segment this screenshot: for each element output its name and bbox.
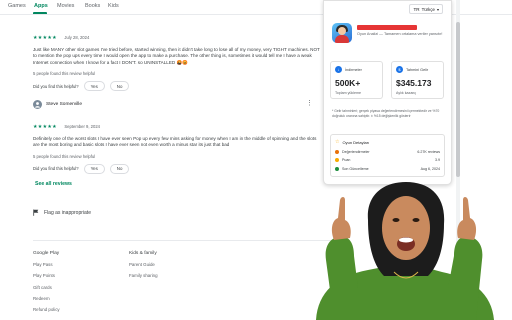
flag-inappropriate-link[interactable]: Flag as inappropriate <box>33 209 91 216</box>
rating-dot-icon <box>335 158 339 162</box>
avatar <box>33 100 42 109</box>
star-icon: ☆ <box>335 139 340 145</box>
footer-link-refund-policy[interactable]: Refund policy <box>33 307 60 312</box>
flag-label: Flag as inappropriate <box>44 209 91 216</box>
footer-link-parent-guide[interactable]: Parent Guide <box>129 262 158 267</box>
footer-heading: Kids & family <box>129 251 157 256</box>
redacted-app-title <box>357 25 417 30</box>
detail-row-updated: Son Güncelleme Aug 6, 2024 <box>335 166 440 171</box>
dollar-icon: $ <box>396 66 403 73</box>
stat-value: 500K+ <box>335 78 361 88</box>
footer-column-kids-family: Kids & family Parent Guide Family sharin… <box>129 251 158 285</box>
stat-subtitle: Aylık kazanç <box>396 91 417 95</box>
helpful-yes-button[interactable]: Yes <box>83 163 105 174</box>
revenue-card: $ Tahmini Gelir $345.173 Aylık kazanç <box>391 61 444 99</box>
nav-tab-apps[interactable]: Apps <box>34 3 48 9</box>
woman-pointing-up-image <box>316 182 494 320</box>
footer-heading: Google Play <box>33 251 60 256</box>
helpful-count: 5 people found this review helpful <box>33 71 96 77</box>
review-text: Just like MANY other slot games I've tri… <box>33 47 320 65</box>
footer-link-play-points[interactable]: Play Points <box>33 273 60 278</box>
footer-column-google-play: Google Play Play Pass Play Points Gift c… <box>33 251 60 318</box>
chevron-down-icon: ▾ <box>436 6 439 12</box>
download-icon: ↓ <box>335 66 342 73</box>
revenue-disclaimer: * Gelir tahminleri; gerçek piyasa değerl… <box>332 109 440 118</box>
review-date: September 9, 2024 <box>64 124 100 129</box>
stat-title: İndirmeler <box>345 67 362 72</box>
helpful-no-button[interactable]: No <box>109 81 130 92</box>
app-icon <box>332 23 352 43</box>
star-rating: ★★★★★ <box>33 35 57 41</box>
scrollbar-thumb[interactable] <box>456 22 460 177</box>
more-options-icon[interactable]: ⋮ <box>306 100 313 107</box>
app-header: Oyun Analizi — Tamamen ortalama veriler … <box>332 23 447 43</box>
nav-tab-games[interactable]: Games <box>8 3 26 9</box>
stat-title: Tahmini Gelir <box>406 67 429 72</box>
language-selector[interactable]: TR Türkçe ▾ <box>409 4 443 14</box>
footer-link-play-pass[interactable]: Play Pass <box>33 262 60 267</box>
review-item: Steve Somerville ⋮ ★★★★★ September 9, 20… <box>33 100 323 174</box>
update-dot-icon <box>335 166 339 171</box>
detail-row-reviews: Değerlendirmeler 6.27K reviews <box>335 149 440 154</box>
downloads-card: ↓ İndirmeler 500K+ Toplam yükleme <box>330 61 383 99</box>
detail-label: Değerlendirmeler <box>342 149 370 154</box>
stat-value: $345.173 <box>396 78 432 88</box>
footer-divider <box>33 240 333 241</box>
reviews-dot-icon <box>335 149 339 154</box>
language-label: Türkçe <box>421 6 435 12</box>
detail-label: Son Güncelleme <box>342 166 369 171</box>
app-subtitle: Oyun Analizi — Tamamen ortalama veriler … <box>357 32 443 36</box>
game-details-card: ☆ Oyun Detayları Değerlendirmeler 6.27K … <box>330 134 445 177</box>
helpful-no-button[interactable]: No <box>109 163 130 174</box>
extension-popup: TR Türkçe ▾ Oyun Analizi — Tamamen ortal… <box>323 0 452 185</box>
person-icon <box>35 102 40 108</box>
language-code: TR <box>413 6 420 12</box>
review-item: ★★★★★ July 28, 2024 Just like MANY other… <box>33 26 323 92</box>
review-date: July 28, 2024 <box>64 35 90 40</box>
stat-subtitle: Toplam yükleme <box>335 91 361 95</box>
reviewer-name: Steve Somerville <box>46 102 82 107</box>
detail-value: 3.9 <box>435 158 440 162</box>
flag-icon <box>33 209 39 216</box>
helpful-count: 5 people found this review helpful <box>33 153 96 159</box>
detail-value: 6.27K reviews <box>417 149 440 154</box>
helpful-question: Did you find this helpful? <box>33 166 79 172</box>
footer-link-gift-cards[interactable]: Gift cards <box>33 285 60 290</box>
details-title: Oyun Detayları <box>342 139 370 145</box>
footer-link-redeem[interactable]: Redeem <box>33 296 60 301</box>
review-text: Definitely one of the worst slots I have… <box>33 136 317 148</box>
nav-tab-movies[interactable]: Movies <box>57 3 74 9</box>
helpful-question: Did you find this helpful? <box>33 83 79 89</box>
see-all-reviews-link[interactable]: See all reviews <box>35 181 72 187</box>
star-rating: ★★★★★ <box>33 124 57 130</box>
detail-row-rating: Puan 3.9 <box>335 158 440 162</box>
footer-link-family-sharing[interactable]: Family sharing <box>129 273 158 278</box>
nav-tab-books[interactable]: Books <box>85 3 100 9</box>
helpful-yes-button[interactable]: Yes <box>83 81 105 92</box>
detail-value: Aug 6, 2024 <box>420 166 440 171</box>
detail-label: Puan <box>342 158 351 162</box>
nav-tab-kids[interactable]: Kids <box>108 3 119 9</box>
